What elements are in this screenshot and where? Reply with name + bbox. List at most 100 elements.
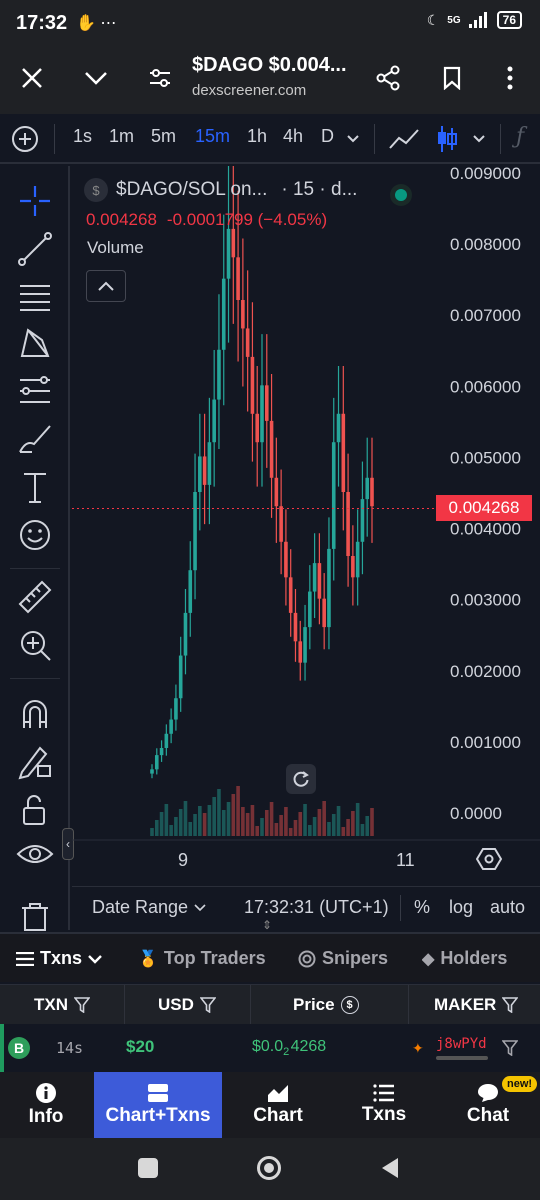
recent-apps-button[interactable] [138, 1158, 158, 1178]
nav-txns[interactable]: Txns [334, 1072, 434, 1138]
filter-icon [74, 997, 90, 1013]
nav-info[interactable]: Info [0, 1072, 92, 1138]
timeframe-d[interactable]: D [321, 126, 334, 147]
hexagon-settings-icon [475, 848, 503, 870]
chart-settings-button[interactable] [475, 846, 503, 872]
page-url: dexscreener.com [192, 82, 307, 99]
volume-bar [341, 827, 346, 836]
timeframe-1h[interactable]: 1h [247, 126, 267, 147]
divider [500, 124, 501, 154]
zoom-in-icon[interactable] [16, 626, 54, 664]
col-price[interactable]: Price $ [293, 995, 359, 1015]
line-chart-icon[interactable] [388, 126, 420, 152]
candle-body [212, 399, 216, 443]
timeframe-15m[interactable]: 15m [195, 126, 230, 147]
col-txn[interactable]: TXN [34, 995, 90, 1015]
resize-handle[interactable]: ⇕ [262, 919, 272, 931]
price-chart[interactable]: 0.009000 0.008000 0.007000 0.006000 0.005000… [72, 166, 540, 886]
price-legend: 0.004268 -0.0001799 (−4.05%) [86, 210, 327, 230]
current-price: 0.004268 [86, 210, 157, 229]
tab-holders[interactable]: ◆ Holders [422, 948, 540, 969]
candle-body [331, 442, 336, 549]
unlock-icon[interactable] [16, 790, 54, 828]
minimize-button[interactable] [78, 60, 114, 96]
chevron-down-icon[interactable] [346, 134, 360, 144]
filter-icon [502, 997, 519, 1013]
prediction-icon[interactable] [16, 372, 54, 410]
log-scale-toggle[interactable]: log [449, 897, 473, 918]
volume-bar [303, 804, 307, 836]
txns-tabs: Txns 🏅 Top Traders Snipers ◆ Holders [0, 932, 540, 982]
col-maker[interactable]: MAKER [434, 995, 519, 1015]
new-badge: new! [502, 1076, 538, 1092]
dnd-moon-icon: ☾ [426, 11, 440, 28]
notification-icons: ✋ ⋯ [76, 15, 117, 32]
nav-chart-txns[interactable]: Chart+Txns [94, 1072, 222, 1138]
candle-body [188, 570, 193, 613]
volume-bar [269, 802, 274, 836]
timeframe-1s[interactable]: 1s [73, 126, 92, 147]
fib-lines-icon[interactable] [16, 278, 54, 316]
maker-address[interactable]: j8wPYd [436, 1036, 487, 1052]
candle-body [245, 328, 250, 357]
volume-bar [221, 810, 226, 836]
filter-maker-icon[interactable] [502, 1040, 518, 1056]
pattern-icon[interactable] [16, 324, 54, 362]
crosshair-icon[interactable] [16, 182, 54, 220]
candle-body [255, 413, 260, 443]
text-tool-icon[interactable] [16, 468, 54, 506]
tab-txns[interactable]: Txns [16, 948, 102, 969]
volume-bar [327, 822, 331, 836]
bookmark-button[interactable] [434, 60, 470, 96]
chevron-down-icon[interactable] [472, 134, 486, 144]
area-chart-icon [268, 1085, 288, 1102]
add-symbol-button[interactable] [8, 122, 42, 156]
date-range-dropdown[interactable]: Date Range [92, 897, 206, 918]
candles-icon[interactable] [436, 124, 458, 154]
volume-bar [274, 823, 279, 836]
auto-scale-toggle[interactable]: auto [490, 897, 525, 918]
emoji-icon[interactable] [16, 516, 54, 554]
brush-icon[interactable] [16, 420, 54, 458]
col-usd[interactable]: USD [158, 995, 216, 1015]
magnet-icon[interactable] [16, 694, 54, 732]
back-button[interactable] [380, 1156, 400, 1180]
volume-bar [164, 804, 169, 836]
timeframe-5m[interactable]: 5m [151, 126, 176, 147]
candle-body [336, 413, 341, 443]
chevron-up-icon [98, 281, 114, 291]
tab-snipers[interactable]: Snipers [298, 948, 388, 969]
nav-chart[interactable]: Chart [222, 1072, 334, 1138]
lock-drawing-icon[interactable] [16, 742, 54, 780]
chat-bubble-icon [478, 1084, 498, 1102]
tab-top-traders[interactable]: 🏅 Top Traders [138, 948, 266, 969]
close-button[interactable] [14, 60, 50, 96]
volume-bar [178, 809, 183, 836]
list-icon [373, 1084, 394, 1102]
share-button[interactable] [370, 60, 406, 96]
reset-chart-button[interactable] [286, 764, 316, 794]
collapse-legend-button[interactable] [86, 270, 126, 302]
ruler-icon[interactable] [16, 578, 54, 616]
home-button[interactable] [257, 1156, 281, 1180]
chart-bottom-bar: Date Range 17:32:31 (UTC+1) % log auto [72, 886, 540, 930]
eye-icon[interactable] [16, 836, 54, 874]
candle-body [207, 442, 212, 485]
divider [54, 124, 55, 154]
more-menu-button[interactable] [492, 60, 528, 96]
divider [124, 985, 125, 1025]
timeframe-1m[interactable]: 1m [109, 126, 134, 147]
divider [10, 678, 60, 679]
table-row[interactable]: B 14s $20 $0.02 4268 ✦ j8wPYd [0, 1024, 540, 1072]
chevron-down-icon [194, 903, 206, 911]
volume-bar [264, 810, 269, 836]
trend-line-icon[interactable] [16, 230, 54, 268]
indicators-icon[interactable]: ƒ [516, 124, 524, 149]
candle-body [164, 733, 169, 748]
y-tick-label: 0.009000 [450, 166, 521, 183]
status-bar: 17:32 ✋ ⋯ ☾ 5G 76 [0, 0, 540, 46]
site-settings-button[interactable] [142, 60, 178, 96]
percent-scale-toggle[interactable]: % [414, 897, 430, 918]
timeframe-4h[interactable]: 4h [283, 126, 303, 147]
bottom-navigation: Info Chart+Txns Chart Txns Chat new! [0, 1072, 540, 1138]
